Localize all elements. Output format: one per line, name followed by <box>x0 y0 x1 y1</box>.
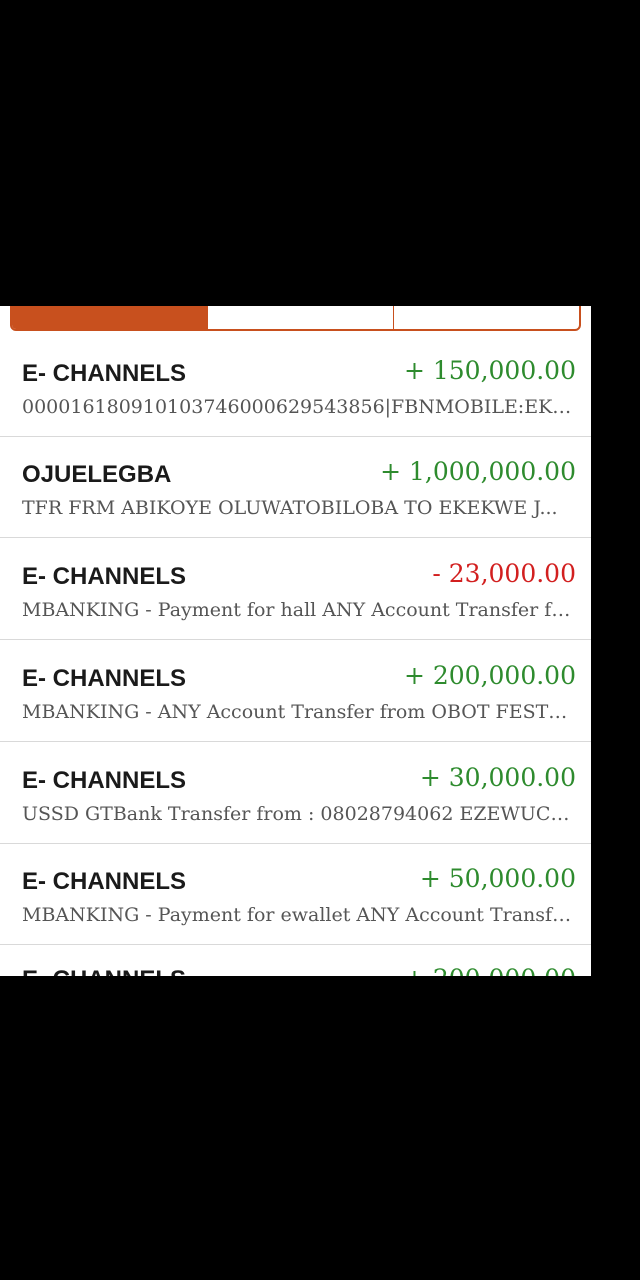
transaction-amount: + 1,000,000.00 <box>380 457 576 486</box>
transaction-name: E- CHANNELS <box>22 767 187 794</box>
tab-1[interactable]: · · <box>12 306 207 329</box>
transaction-description: MBANKING - Payment for hall ANY Account … <box>22 599 574 621</box>
transaction-name: E- CHANNELS <box>22 360 187 387</box>
transaction-amount: - 23,000.00 <box>432 559 576 588</box>
transaction-row[interactable]: OJUELEGBA + 1,000,000.00 TFR FRM ABIKOYE… <box>0 437 591 538</box>
tab-2[interactable]: · · · <box>207 306 393 329</box>
transaction-description: MBANKING - Payment for ewallet ANY Accou… <box>22 904 574 926</box>
transaction-description: USSD GTBank Transfer from : 08028794062 … <box>22 803 574 825</box>
transaction-description: MBANKING - ANY Account Transfer from OBO… <box>22 701 574 723</box>
transaction-amount: + 150,000.00 <box>403 356 576 385</box>
filter-tabs: · · · · · · · <box>10 306 581 331</box>
partial-transaction-amount: + 200,000.00 <box>404 964 576 976</box>
transaction-name: E- CHANNELS <box>22 563 187 590</box>
transaction-name: OJUELEGBA <box>22 461 172 488</box>
transaction-name: E- CHANNELS <box>22 665 187 692</box>
transaction-amount: + 200,000.00 <box>403 661 576 690</box>
transaction-row[interactable]: E- CHANNELS + 150,000.00 000016180910103… <box>0 336 591 437</box>
transaction-name: E- CHANNELS <box>22 868 187 895</box>
transactions-panel: · · · · · · · E- CHANNELS + 150,000.00 0… <box>0 306 591 976</box>
transaction-description: TFR FRM ABIKOYE OLUWATOBILOBA TO EKEKWE … <box>22 497 558 519</box>
transaction-row[interactable]: E- CHANNELS + 30,000.00 USSD GTBank Tran… <box>0 743 591 844</box>
transaction-amount: + 50,000.00 <box>419 864 576 893</box>
transaction-row[interactable]: E- CHANNELS + 200,000.00 MBANKING - ANY … <box>0 641 591 742</box>
tab-3[interactable]: · · <box>393 306 579 329</box>
transaction-description: 000016180910103746000629543856|FBNMOBILE… <box>22 396 574 418</box>
transaction-amount: + 30,000.00 <box>419 763 576 792</box>
partial-transaction-name: E- CHANNELS <box>22 966 186 976</box>
transaction-row[interactable]: E- CHANNELS - 23,000.00 MBANKING - Payme… <box>0 539 591 640</box>
transaction-row[interactable]: E- CHANNELS + 50,000.00 MBANKING - Payme… <box>0 844 591 945</box>
